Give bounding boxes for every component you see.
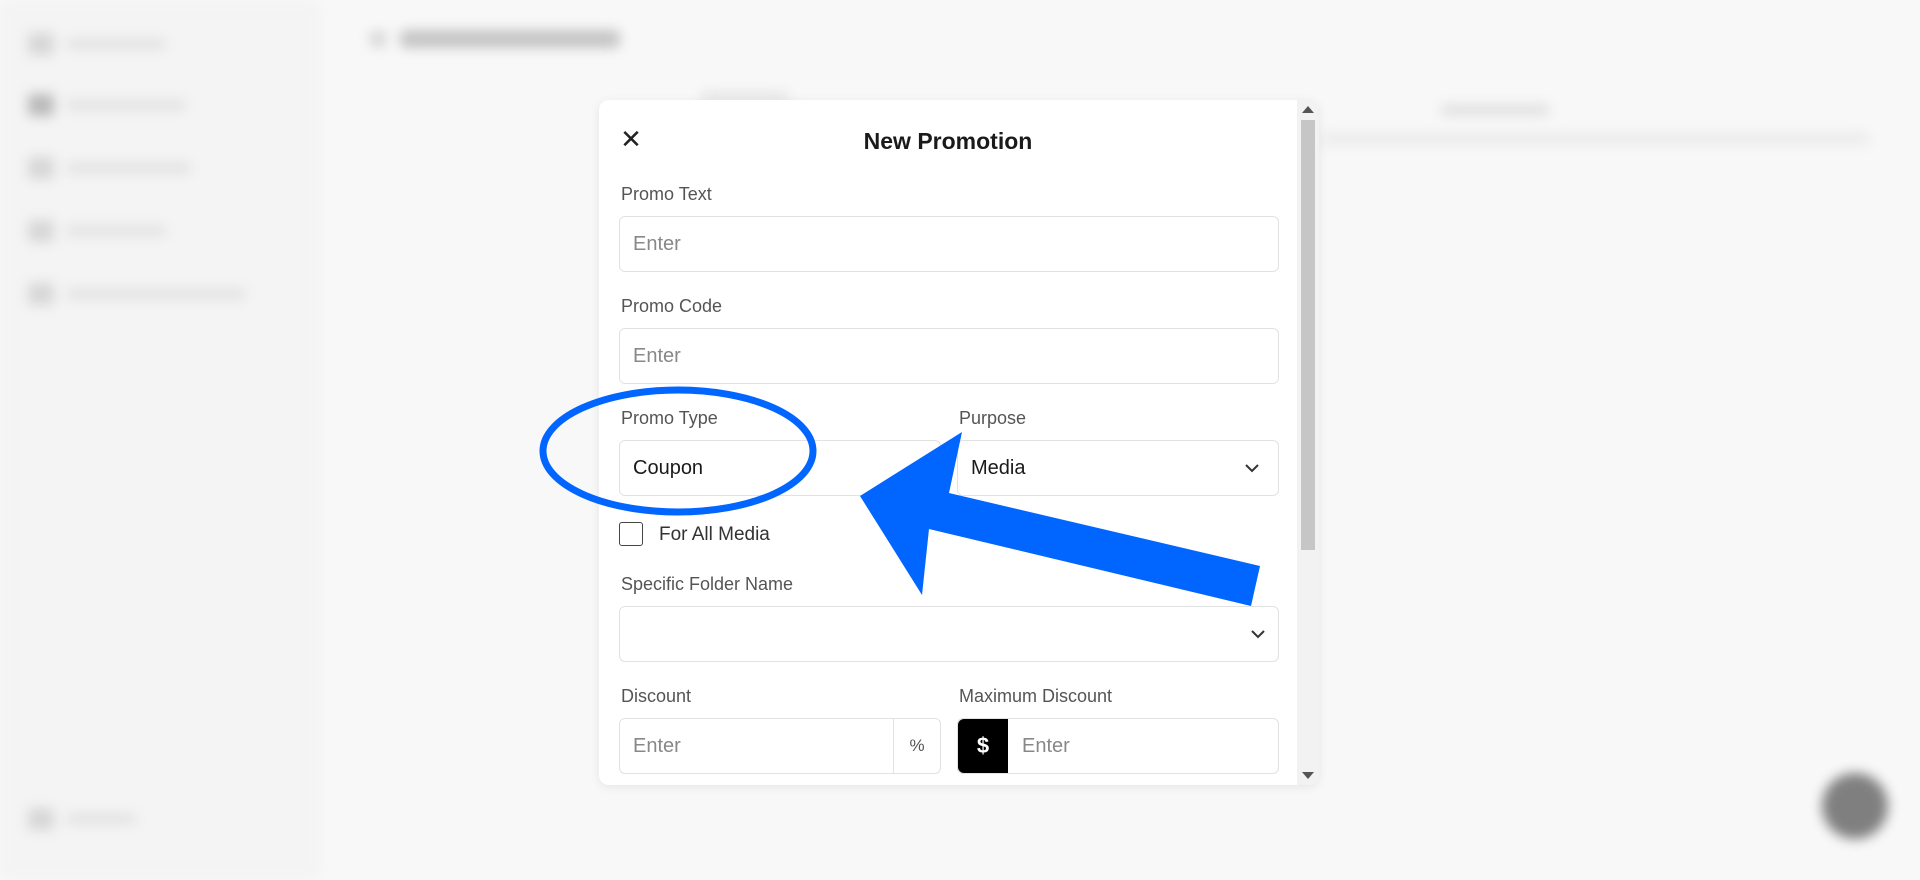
table-row bbox=[1320, 132, 1870, 146]
scroll-up-arrow-icon[interactable] bbox=[1302, 106, 1314, 113]
sidebar-item bbox=[28, 33, 166, 55]
chat-button bbox=[1822, 773, 1888, 839]
chevron-down-icon bbox=[1251, 630, 1265, 639]
promo-text-label: Promo Text bbox=[621, 184, 712, 204]
sidebar-item bbox=[28, 94, 186, 116]
for-all-media-checkbox[interactable] bbox=[619, 522, 643, 546]
promo-type-label: Promo Type bbox=[621, 408, 718, 428]
modal-scrollbar[interactable] bbox=[1297, 100, 1319, 785]
modal-title: New Promotion bbox=[863, 128, 1033, 154]
percent-suffix: % bbox=[893, 719, 940, 773]
discount-label: Discount bbox=[621, 686, 692, 706]
discount-placeholder: Enter bbox=[633, 734, 681, 757]
purpose-label: Purpose bbox=[959, 408, 1027, 428]
promo-text-placeholder: Enter bbox=[633, 232, 681, 255]
dollar-prefix: $ bbox=[958, 719, 1008, 773]
sidebar-item bbox=[28, 220, 166, 242]
promo-code-label: Promo Code bbox=[621, 296, 723, 316]
scroll-thumb[interactable] bbox=[1301, 120, 1315, 550]
table-header bbox=[1440, 104, 1550, 116]
sidebar-item bbox=[28, 157, 191, 179]
specific-folder-select[interactable] bbox=[619, 606, 1279, 662]
for-all-media-label: For All Media bbox=[659, 524, 770, 545]
page-title bbox=[370, 30, 620, 48]
specific-folder-label: Specific Folder Name bbox=[621, 574, 794, 594]
sidebar bbox=[0, 0, 320, 880]
promo-type-value: Coupon bbox=[633, 456, 704, 479]
promo-code-input[interactable]: Enter bbox=[619, 328, 1279, 384]
purpose-value: Media bbox=[971, 456, 1026, 479]
discount-input[interactable]: Enter % bbox=[619, 718, 941, 774]
max-discount-label: Maximum Discount bbox=[959, 686, 1113, 706]
scroll-down-arrow-icon[interactable] bbox=[1302, 772, 1314, 779]
purpose-select[interactable]: Media bbox=[957, 440, 1279, 496]
new-promotion-modal: ✕ New Promotion Promo Text Enter Promo C… bbox=[599, 100, 1319, 785]
promo-text-input[interactable]: Enter bbox=[619, 216, 1279, 272]
promo-code-placeholder: Enter bbox=[633, 344, 681, 367]
chevron-down-icon bbox=[1245, 464, 1259, 473]
sidebar-item bbox=[28, 808, 136, 830]
promo-type-select[interactable]: Coupon bbox=[619, 440, 941, 496]
max-discount-input[interactable]: $ Enter bbox=[957, 718, 1279, 774]
sidebar-item bbox=[28, 283, 246, 305]
max-discount-placeholder: Enter bbox=[1022, 734, 1070, 757]
